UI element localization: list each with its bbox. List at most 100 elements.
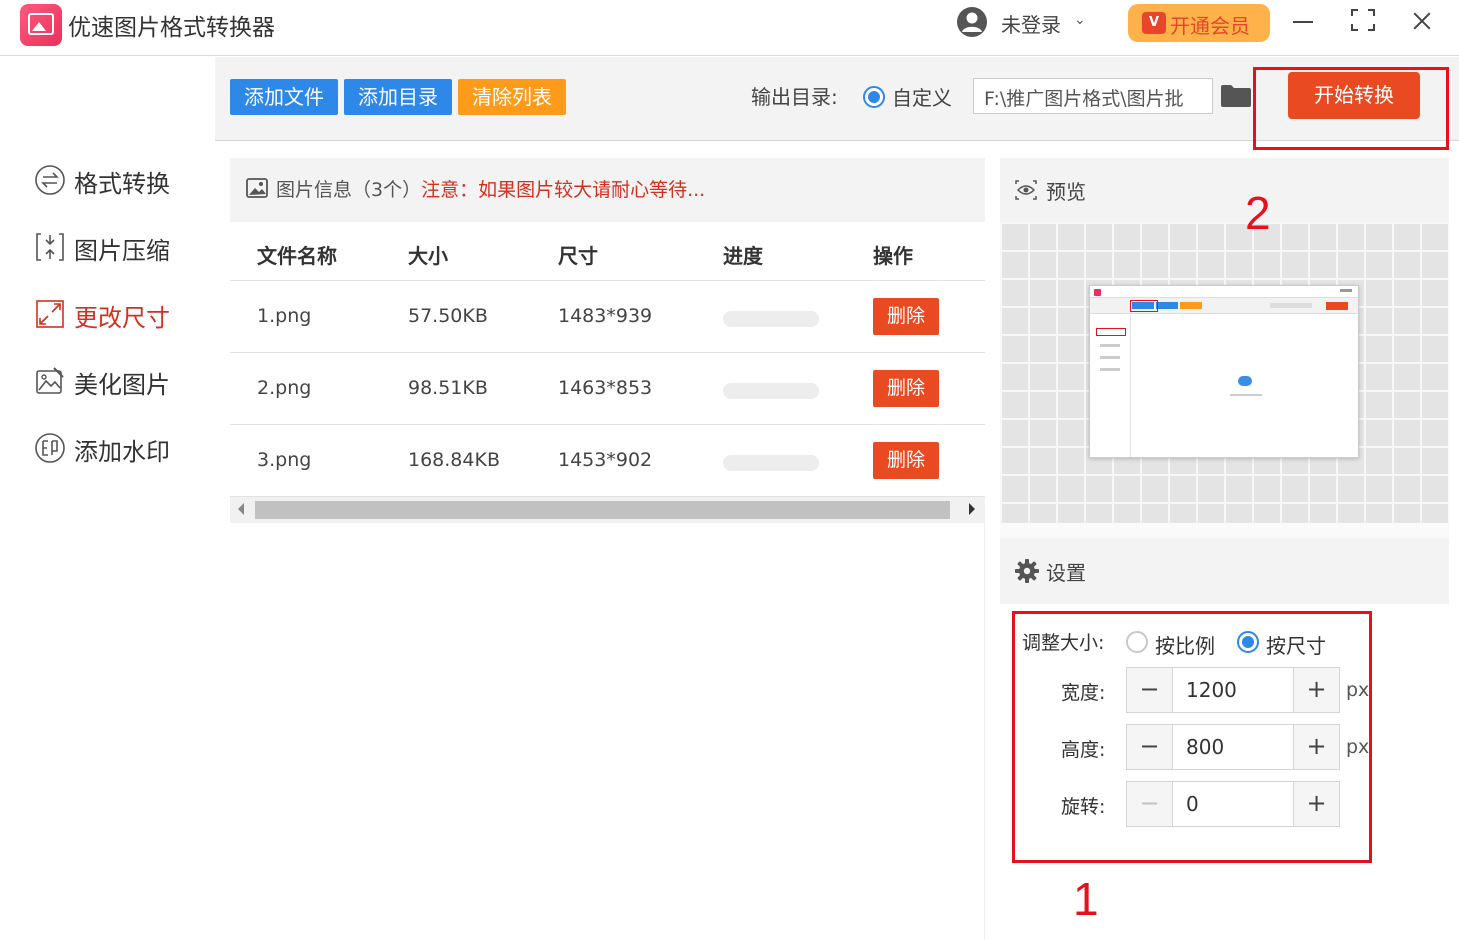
sidebar-item-compress[interactable]: 图片压缩 [34, 227, 204, 267]
add-directory-button[interactable]: 添加目录 [344, 79, 452, 115]
horizontal-scrollbar[interactable] [230, 497, 985, 523]
resize-mode-label: 调整大小: [1022, 632, 1105, 654]
preview-thumbnail-image [1089, 285, 1359, 458]
close-icon[interactable] [1408, 6, 1438, 36]
settings-title: 设置 [1046, 561, 1086, 585]
delete-button[interactable]: 删除 [873, 298, 939, 335]
rotate-input[interactable]: 0 [1186, 792, 1199, 816]
height-decrement-button[interactable]: − [1127, 725, 1173, 769]
width-label: 宽度: [1061, 682, 1106, 704]
table-header: 文件名称 大小 尺寸 进度 操作 [230, 222, 985, 281]
table-row[interactable]: 3.png 168.84KB 1453*902 删除 [230, 425, 985, 497]
sidebar: 格式转换 图片压缩 更改尺寸 美化图片 添加水印 [0, 57, 215, 940]
rotate-label: 旋转: [1061, 796, 1106, 818]
column-header-dimensions: 尺寸 [558, 244, 598, 268]
image-icon [246, 178, 268, 198]
custom-output-label[interactable]: 自定义 [892, 82, 952, 111]
file-list-header: 图片信息（3个）注意：如果图片较大请耐心等待... [230, 158, 985, 222]
sidebar-item-label: 添加水印 [74, 438, 170, 466]
fullscreen-icon[interactable] [1349, 6, 1379, 36]
beautify-icon [36, 367, 64, 394]
table-row[interactable]: 1.png 57.50KB 1483*939 删除 [230, 281, 985, 353]
file-name: 3.png [257, 449, 312, 471]
vip-button[interactable]: V 开通会员 [1128, 4, 1270, 42]
scroll-right-icon[interactable] [969, 503, 975, 515]
chevron-down-icon[interactable]: ⌄ [1074, 12, 1086, 28]
resize-icon [36, 300, 64, 328]
start-convert-button[interactable]: 开始转换 [1288, 72, 1420, 119]
sidebar-item-watermark[interactable]: 添加水印 [34, 428, 204, 468]
file-size: 98.51KB [408, 377, 488, 399]
file-dimensions: 1453*902 [558, 449, 653, 471]
column-header-name: 文件名称 [257, 244, 337, 268]
toolbar: 添加文件 添加目录 清除列表 输出目录: 自定义 F:\推广图片格式\图片批 开… [215, 57, 1459, 141]
output-dir-label: 输出目录: [751, 85, 838, 109]
file-list-title: 图片信息（3个）注意：如果图片较大请耐心等待... [276, 175, 705, 202]
login-status[interactable]: 未登录 [1001, 9, 1061, 38]
column-header-action: 操作 [873, 244, 913, 268]
file-name: 1.png [257, 305, 312, 327]
compress-icon [36, 233, 64, 261]
file-count-label: 图片信息（3个） [276, 179, 422, 201]
rotate-stepper[interactable]: − 0 + [1126, 781, 1340, 827]
table-row[interactable]: 2.png 98.51KB 1463*853 删除 [230, 353, 985, 425]
sidebar-item-resize[interactable]: 更改尺寸 [34, 294, 204, 334]
file-name: 2.png [257, 377, 312, 399]
file-dimensions: 1463*853 [558, 377, 653, 399]
sidebar-item-label: 图片压缩 [74, 237, 170, 265]
sidebar-item-label: 更改尺寸 [74, 304, 170, 332]
file-table: 文件名称 大小 尺寸 进度 操作 1.png 57.50KB 1483*939 … [230, 222, 985, 497]
file-size: 57.50KB [408, 305, 488, 327]
height-increment-button[interactable]: + [1293, 725, 1339, 769]
file-dimensions: 1483*939 [558, 305, 653, 327]
settings-header: 设置 [1000, 538, 1449, 604]
add-file-button[interactable]: 添加文件 [230, 79, 338, 115]
height-input[interactable]: 800 [1186, 735, 1224, 759]
watermark-icon [35, 433, 65, 463]
rotate-decrement-button[interactable]: − [1127, 782, 1173, 826]
large-file-warning: 注意：如果图片较大请耐心等待... [421, 179, 706, 201]
size-option-label[interactable]: 按尺寸 [1266, 630, 1326, 659]
custom-output-radio[interactable] [863, 86, 885, 108]
progress-bar [723, 383, 819, 399]
vip-badge-icon: V [1142, 12, 1166, 34]
title-bar: 优速图片格式转换器 未登录 ⌄ V 开通会员 [0, 0, 1459, 56]
preview-header: 预览 [1000, 158, 1449, 222]
folder-icon[interactable] [1221, 85, 1251, 107]
annotation-number-1: 1 [1073, 873, 1099, 925]
sidebar-item-label: 美化图片 [74, 371, 170, 399]
scroll-left-icon[interactable] [238, 503, 244, 515]
height-label: 高度: [1061, 739, 1106, 761]
scrollbar-thumb[interactable] [255, 501, 950, 519]
height-stepper[interactable]: − 800 + [1126, 724, 1340, 770]
size-radio[interactable] [1237, 631, 1259, 653]
width-decrement-button[interactable]: − [1127, 668, 1173, 712]
width-stepper[interactable]: − 1200 + [1126, 667, 1340, 713]
sidebar-item-beautify[interactable]: 美化图片 [34, 361, 204, 401]
gear-icon [1015, 559, 1039, 583]
progress-bar [723, 455, 819, 471]
width-input[interactable]: 1200 [1186, 678, 1237, 702]
vip-label: 开通会员 [1170, 14, 1250, 38]
ratio-radio[interactable] [1126, 631, 1148, 653]
clear-list-button[interactable]: 清除列表 [458, 79, 566, 115]
preview-eye-icon [1015, 180, 1037, 200]
file-size: 168.84KB [408, 449, 500, 471]
minimize-icon[interactable] [1289, 6, 1319, 36]
column-header-size: 大小 [408, 244, 448, 268]
output-path-field[interactable]: F:\推广图片格式\图片批 [973, 78, 1213, 114]
user-avatar-icon[interactable] [956, 6, 988, 38]
delete-button[interactable]: 删除 [873, 442, 939, 479]
height-unit: px [1346, 736, 1370, 758]
delete-button[interactable]: 删除 [873, 370, 939, 407]
annotation-number-2: 2 [1245, 187, 1271, 239]
column-header-progress: 进度 [723, 244, 763, 268]
preview-title: 预览 [1046, 180, 1086, 204]
progress-bar [723, 311, 819, 327]
ratio-option-label[interactable]: 按比例 [1155, 630, 1215, 659]
width-unit: px [1346, 679, 1370, 701]
rotate-increment-button[interactable]: + [1293, 782, 1339, 826]
sidebar-item-format-convert[interactable]: 格式转换 [34, 160, 204, 200]
width-increment-button[interactable]: + [1293, 668, 1339, 712]
format-convert-icon [35, 165, 65, 195]
